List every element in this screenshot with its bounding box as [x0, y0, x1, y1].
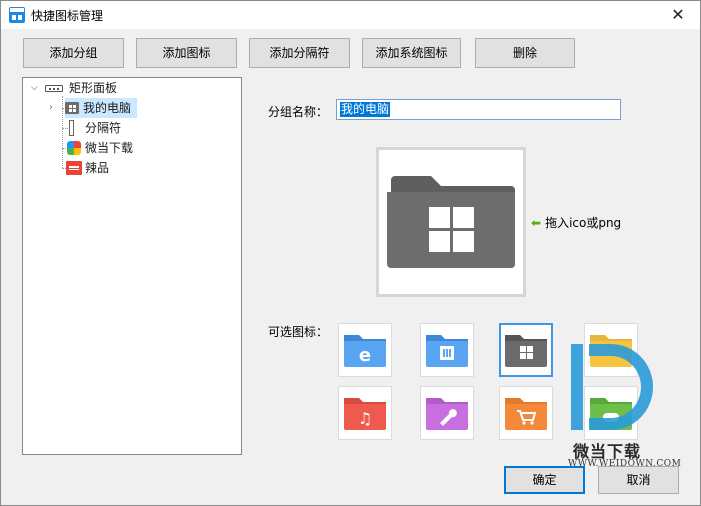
add-system-icon-button[interactable]: 添加系统图标 — [362, 38, 461, 68]
tree-item-lapin[interactable]: 辣品 — [65, 158, 165, 178]
music-folder-icon: ♫ — [344, 398, 386, 430]
tree-root[interactable]: ⌵ 矩形面板 — [29, 78, 229, 98]
group-name-input[interactable]: 我的电脑 — [336, 99, 621, 120]
add-icon-button[interactable]: 添加图标 — [136, 38, 237, 68]
window-title: 快捷图标管理 — [31, 9, 104, 23]
tools-folder-icon — [426, 398, 468, 430]
add-group-button[interactable]: 添加分组 — [23, 38, 124, 68]
folder-computer-icon — [65, 102, 79, 114]
title-bar: 快捷图标管理 ✕ — [1, 1, 700, 29]
icon-option-tools[interactable] — [420, 386, 474, 440]
drag-hint-text: 拖入ico或png — [545, 216, 622, 230]
collapsed-chevron-icon[interactable]: › — [49, 98, 53, 118]
separator-icon — [69, 120, 74, 136]
tree-item-label: 分隔符 — [85, 121, 122, 135]
tree-item-label: 我的电脑 — [83, 101, 132, 115]
ok-button[interactable]: 确定 — [504, 466, 585, 494]
svg-text:e: e — [359, 345, 371, 366]
group-tree[interactable]: ⌵ 矩形面板 › 我的电脑 分隔符 微当下载 辣品 — [22, 77, 242, 455]
icon-option-apps[interactable] — [420, 323, 474, 377]
tree-item-weidown[interactable]: 微当下载 — [65, 138, 165, 158]
svg-text:♫: ♫ — [358, 409, 372, 428]
tree-item-label: 辣品 — [85, 161, 110, 175]
arrow-left-icon: ⬅ — [531, 216, 542, 230]
tree-item-label: 微当下载 — [85, 141, 134, 155]
group-name-label: 分组名称： — [268, 105, 329, 119]
app-icon-red — [66, 161, 82, 175]
icon-option-shop[interactable] — [499, 386, 553, 440]
windows-folder-small-icon — [505, 335, 547, 367]
cancel-button[interactable]: 取消 — [598, 466, 679, 494]
app-icon — [67, 141, 81, 155]
tree-root-label: 矩形面板 — [69, 81, 118, 95]
add-separator-button[interactable]: 添加分隔符 — [249, 38, 350, 68]
icon-preview[interactable] — [376, 147, 526, 297]
shop-folder-icon — [505, 398, 547, 430]
group-name-value: 我的电脑 — [340, 102, 391, 117]
icon-option-music[interactable]: ♫ — [338, 386, 392, 440]
delete-button[interactable]: 删除 — [475, 38, 575, 68]
available-icons-label: 可选图标： — [268, 325, 329, 339]
dialog-window: 快捷图标管理 ✕ 添加分组 添加图标 添加分隔符 添加系统图标 删除 ⌵ 矩形面… — [0, 0, 701, 506]
icon-option-windows[interactable] — [499, 323, 553, 377]
tree-item-separator[interactable]: 分隔符 — [65, 118, 165, 138]
app-icon — [9, 7, 25, 23]
tree-item-my-computer[interactable]: › 我的电脑 — [49, 98, 149, 118]
windows-folder-icon — [387, 176, 515, 268]
expand-chevron-icon[interactable]: ⌵ — [31, 78, 38, 98]
drag-hint: ⬅ 拖入ico或png — [531, 214, 621, 231]
apps-folder-icon — [426, 335, 468, 367]
rect-panel-icon — [45, 85, 63, 92]
ie-folder-icon: e — [344, 335, 386, 367]
close-button[interactable]: ✕ — [656, 1, 700, 29]
icon-option-ie[interactable]: e — [338, 323, 392, 377]
